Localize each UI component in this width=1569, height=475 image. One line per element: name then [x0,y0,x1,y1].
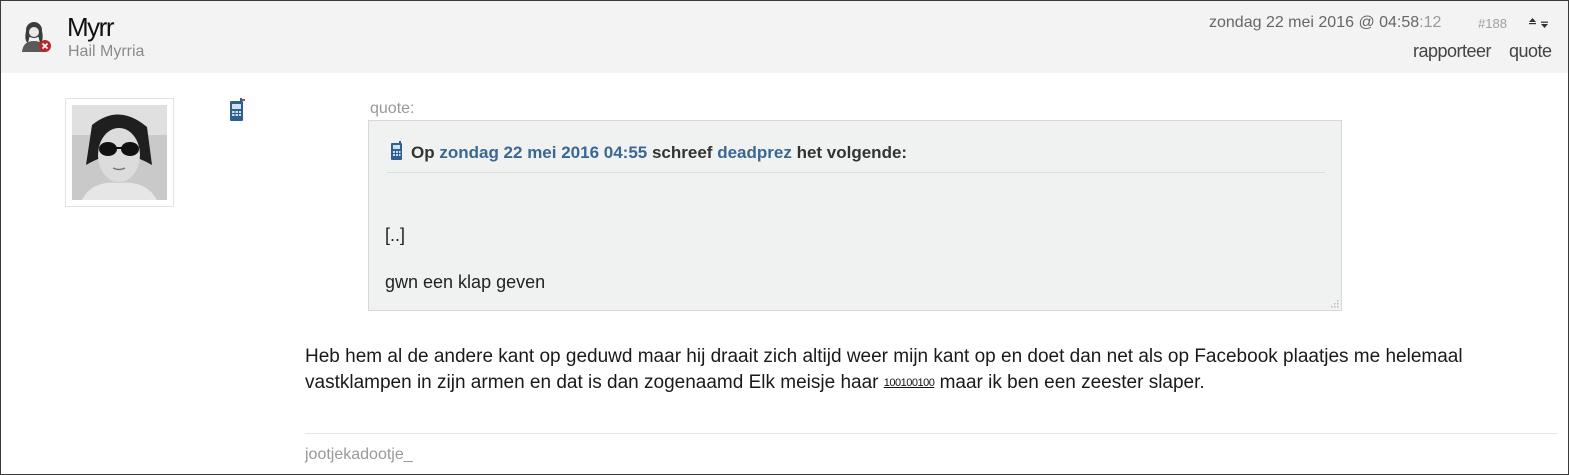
phone-icon[interactable] [228,98,246,122]
post-number-link[interactable]: #188 [1478,16,1507,31]
signature-divider [305,433,1557,434]
quote-link[interactable]: quote [1509,41,1552,62]
quote-divider [387,172,1325,173]
quote-label: quote: [370,100,415,117]
avatar[interactable] [65,98,174,207]
phone-icon [391,141,402,160]
resize-grip-icon[interactable] [1331,300,1339,308]
quote-intro-end: het volgende: [796,143,908,162]
inline-link[interactable]: 100100100 [884,377,935,389]
quote-date-link[interactable]: zondag 22 mei 2016 04:55 [439,143,647,162]
quote-line-2: gwn een klap geven [385,272,546,292]
post-date: zondag 22 mei 2016 @ 04:58:12 [1209,14,1441,32]
quote-intro-op: Op [411,143,435,162]
quote-block: Op zondag 22 mei 2016 04:55 schreef dead… [368,120,1342,311]
quote-author-link[interactable]: deadprez [717,143,792,162]
post-date-main: zondag 22 mei 2016 @ 04:58 [1209,14,1420,31]
quote-line-1: [..] [385,225,406,245]
user-title: Hail Myrria [68,43,145,60]
post-header: Myrr Hail Myrria zondag 22 mei 2016 @ 04… [1,1,1568,73]
post-container: Myrr Hail Myrria zondag 22 mei 2016 @ 04… [0,0,1569,475]
username-link[interactable]: Myrr [67,12,114,43]
report-link[interactable]: rapporteer [1413,41,1492,62]
avatar-image [72,105,167,200]
quote-intro-wrote: schreef [651,143,713,162]
post-body-text-end: maar ik ben een zeester slaper. [934,372,1205,393]
user-female-icon [22,22,51,52]
post-body: Heb hem al de andere kant op geduwd maar… [305,344,1485,396]
signature: jootjekadootje_ [305,446,413,463]
post-date-seconds: :12 [1419,14,1442,31]
sort-arrows-icon[interactable] [1527,17,1551,29]
quote-header: Op zondag 22 mei 2016 04:55 schreef dead… [389,141,907,163]
